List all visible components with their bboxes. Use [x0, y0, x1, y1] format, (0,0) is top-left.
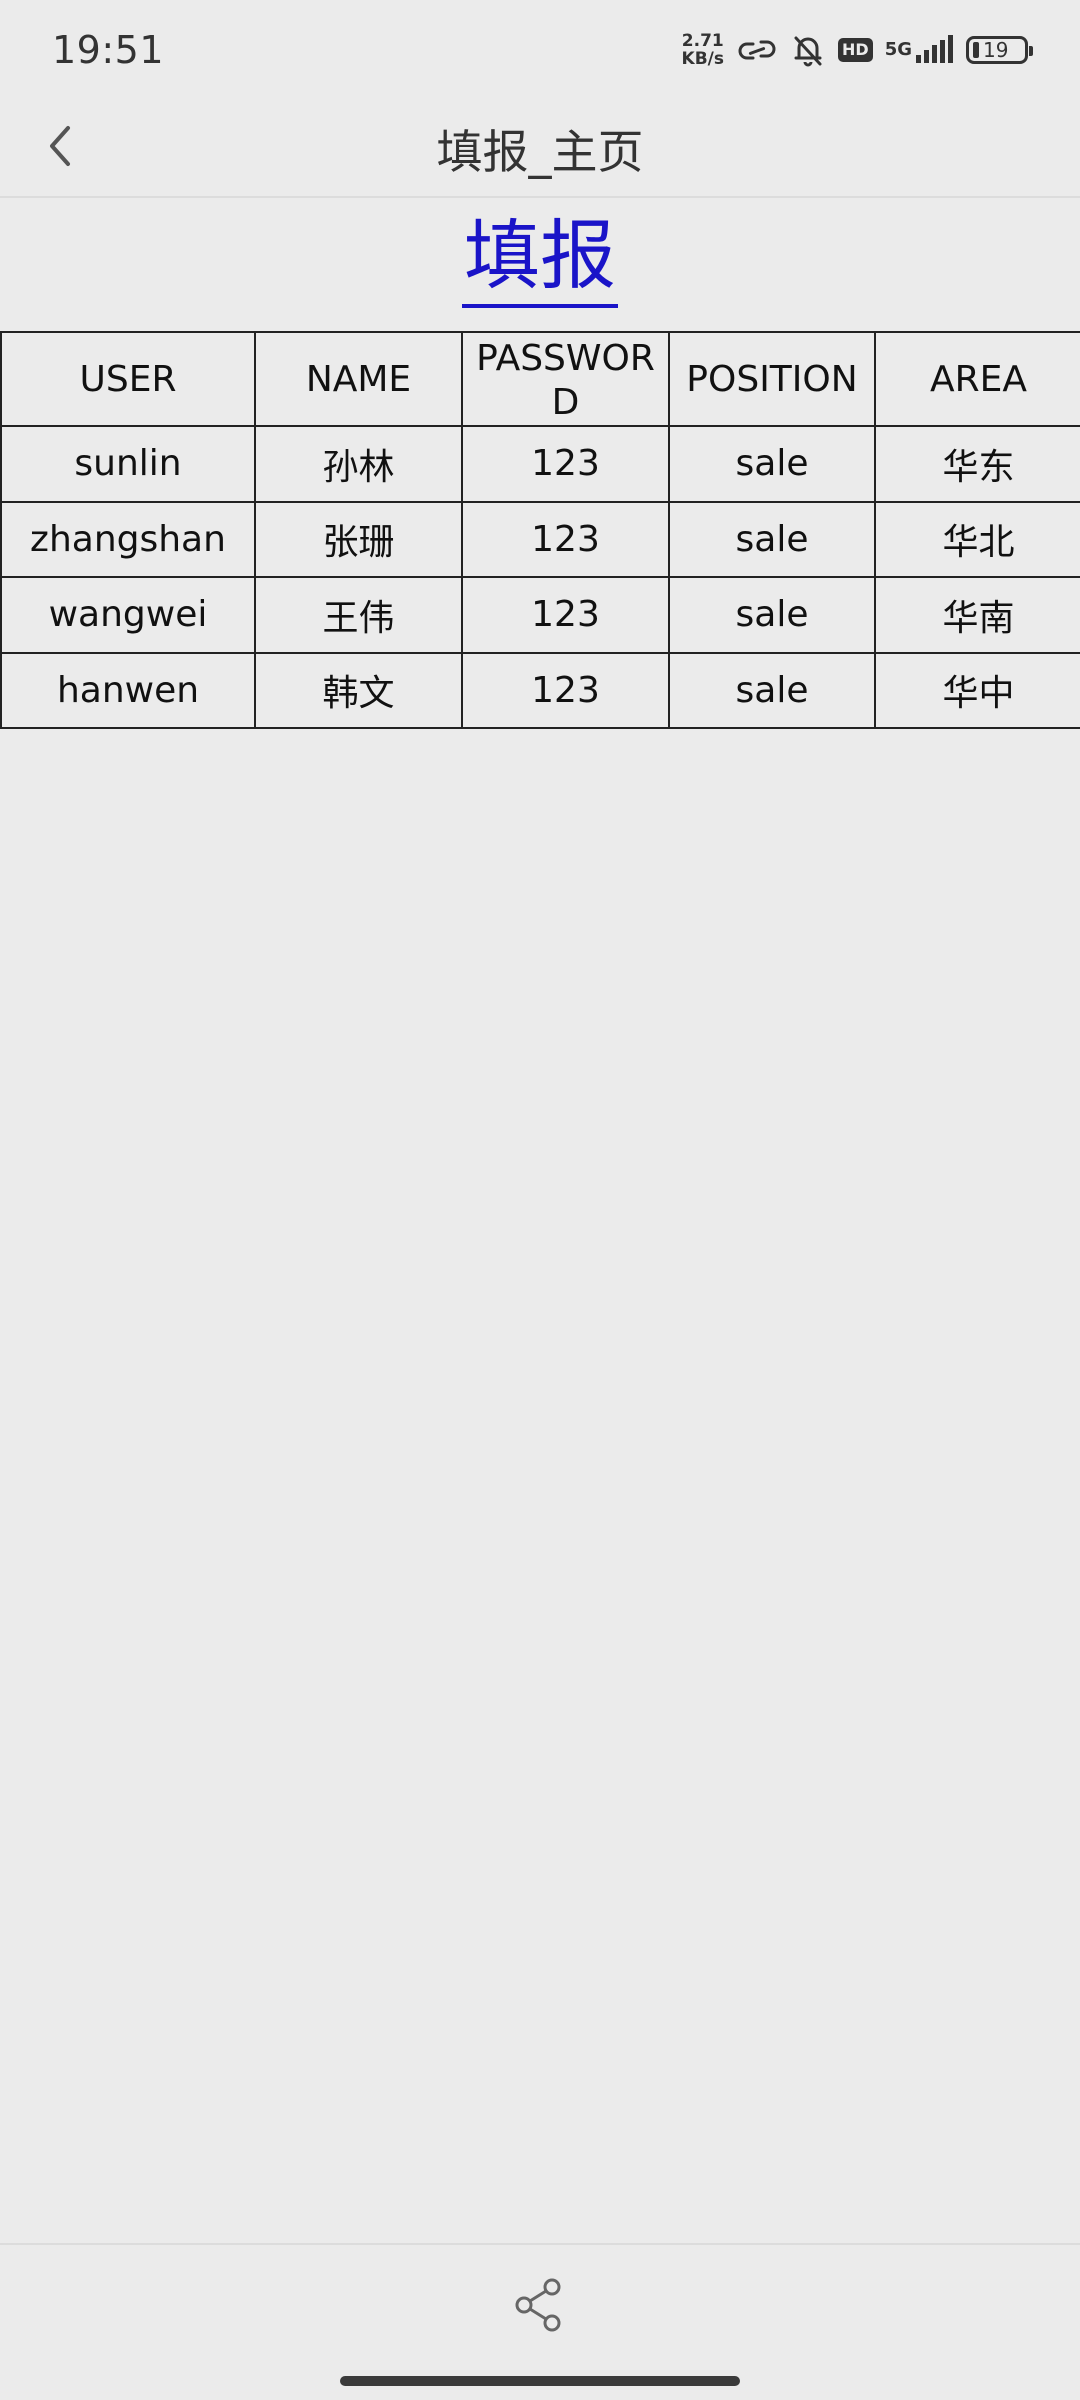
- cell-name[interactable]: 韩文: [254, 651, 463, 729]
- data-table: USER NAME PASSWORD POSITION AREA sunlin …: [0, 331, 1080, 729]
- hd-icon: HD: [838, 38, 873, 62]
- cell-password[interactable]: 123: [461, 425, 670, 503]
- report-heading-link[interactable]: 填报: [462, 208, 618, 308]
- app-bar: 填报_主页: [0, 100, 1080, 198]
- home-indicator[interactable]: [340, 2376, 740, 2386]
- network-speed-value: 2.71: [681, 31, 724, 51]
- cell-user[interactable]: sunlin: [0, 425, 256, 503]
- battery-icon: 19: [966, 36, 1033, 64]
- status-time: 19:51: [52, 28, 165, 72]
- cell-name[interactable]: 王伟: [254, 576, 463, 654]
- cell-user[interactable]: zhangshan: [0, 500, 256, 578]
- cell-user[interactable]: hanwen: [0, 651, 256, 729]
- table-row[interactable]: sunlin 孙林 123 sale 华东: [0, 425, 1080, 503]
- share-icon: [515, 2278, 561, 2332]
- column-header-area[interactable]: AREA: [874, 331, 1080, 427]
- cell-password[interactable]: 123: [461, 651, 670, 729]
- table-row[interactable]: wangwei 王伟 123 sale 华南: [0, 576, 1080, 654]
- network-type: 5G: [884, 39, 912, 60]
- network-speed-unit: KB/s: [681, 49, 725, 69]
- column-header-name[interactable]: NAME: [254, 331, 463, 427]
- cell-name[interactable]: 张珊: [254, 500, 463, 578]
- cell-position[interactable]: sale: [668, 576, 876, 654]
- network-speed: 2.71 KB/s: [682, 32, 724, 68]
- page-title: 填报_主页: [436, 125, 644, 179]
- cell-password[interactable]: 123: [461, 500, 670, 578]
- share-button[interactable]: [508, 2273, 572, 2337]
- cell-user[interactable]: wangwei: [0, 576, 256, 654]
- cell-name[interactable]: 孙林: [254, 425, 463, 503]
- cell-area[interactable]: 华东: [874, 425, 1080, 503]
- bottom-bar: [0, 2243, 1080, 2400]
- column-header-password[interactable]: PASSWORD: [461, 331, 670, 427]
- cell-area[interactable]: 华南: [874, 576, 1080, 654]
- cell-position[interactable]: sale: [668, 500, 876, 578]
- bell-muted-icon: [790, 32, 826, 68]
- column-header-user[interactable]: USER: [0, 331, 256, 427]
- table-row[interactable]: hanwen 韩文 123 sale 华中: [0, 651, 1080, 729]
- heading-container: 填报: [0, 208, 1080, 320]
- cell-position[interactable]: sale: [668, 651, 876, 729]
- status-bar: 19:51 2.71 KB/s HD 5G 19: [0, 0, 1080, 100]
- cell-password[interactable]: 123: [461, 576, 670, 654]
- cell-area[interactable]: 华中: [874, 651, 1080, 729]
- battery-level: [973, 42, 979, 58]
- cell-area[interactable]: 华北: [874, 500, 1080, 578]
- status-icons: 2.71 KB/s HD 5G 19: [682, 32, 1033, 68]
- signal-icon: 5G: [885, 35, 954, 65]
- battery-percent: 19: [983, 38, 1009, 62]
- table-header-row: USER NAME PASSWORD POSITION AREA: [0, 331, 1080, 427]
- column-header-position[interactable]: POSITION: [668, 331, 876, 427]
- cell-position[interactable]: sale: [668, 425, 876, 503]
- link-icon: [736, 35, 778, 65]
- table-row[interactable]: zhangshan 张珊 123 sale 华北: [0, 500, 1080, 578]
